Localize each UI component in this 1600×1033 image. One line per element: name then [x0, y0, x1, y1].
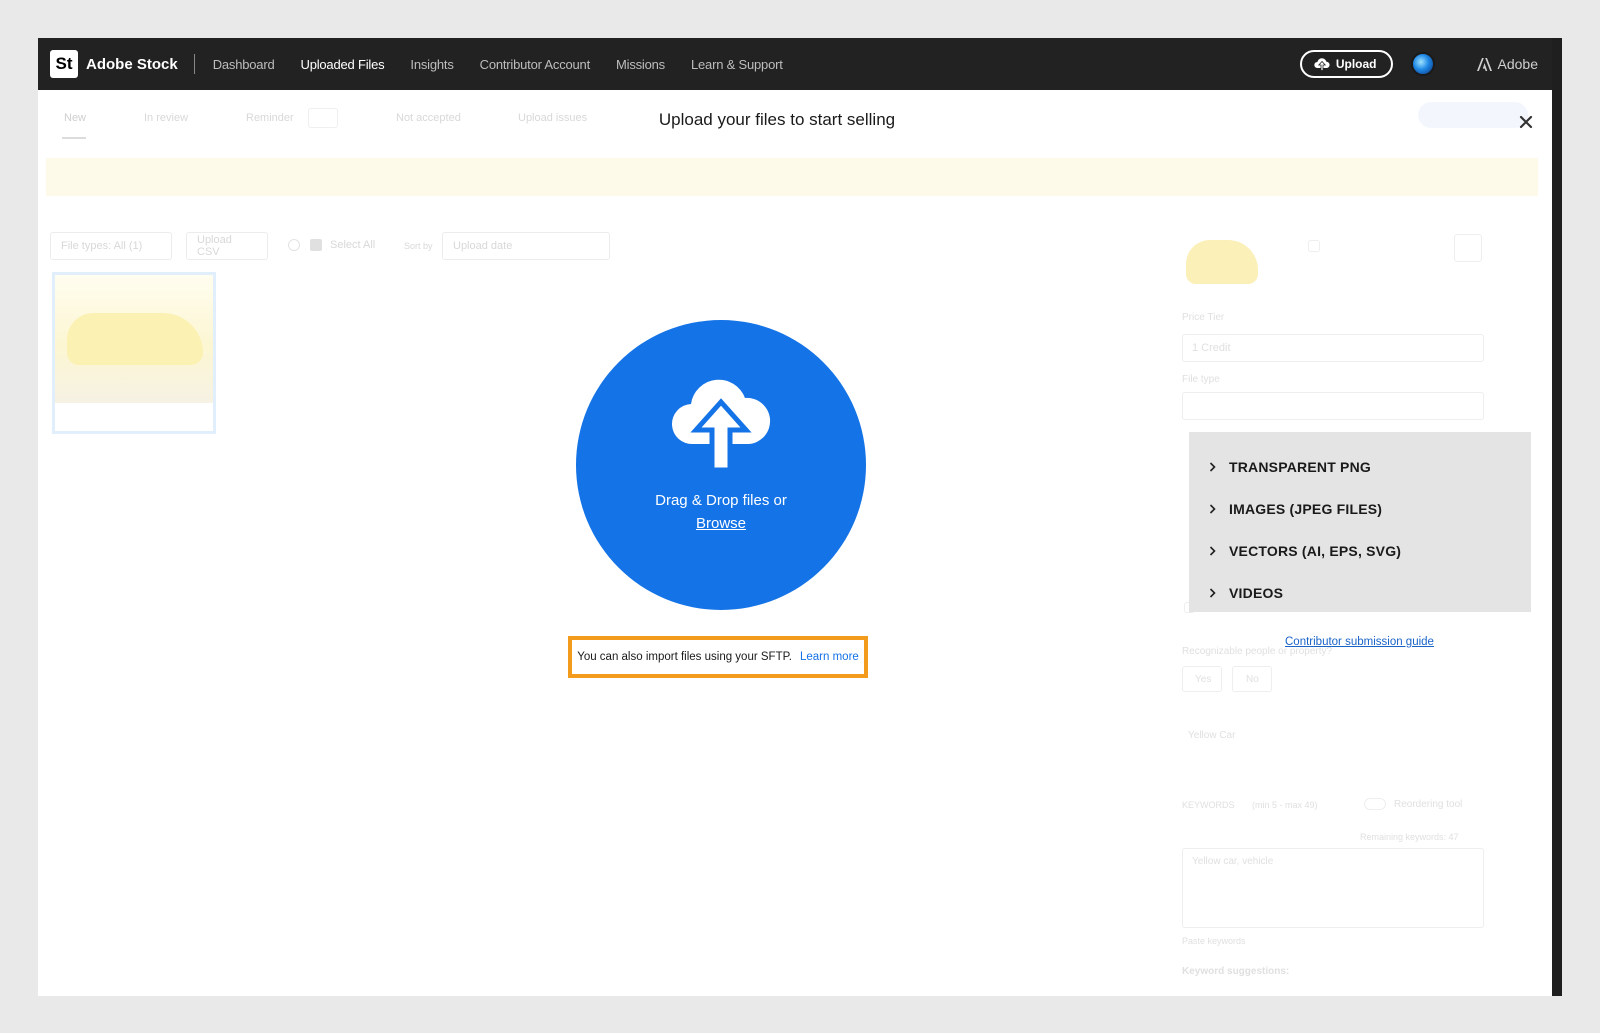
type-transparent-png[interactable]: TRANSPARENT PNG: [1189, 446, 1531, 488]
keywords-label: KEYWORDS: [1182, 800, 1235, 810]
app-window: St Adobe Stock Dashboard Uploaded Files …: [38, 38, 1552, 996]
chevron-right-icon: [1209, 546, 1221, 556]
paste-keywords-link[interactable]: Paste keywords: [1182, 936, 1246, 946]
nav-uploaded-files[interactable]: Uploaded Files: [301, 57, 385, 72]
nav-insights[interactable]: Insights: [410, 57, 453, 72]
file-types-panel: TRANSPARENT PNG IMAGES (JPEG FILES) VECT…: [1189, 432, 1531, 612]
file-thumbnail[interactable]: [52, 272, 216, 434]
car-image: [67, 313, 203, 365]
logo-text: St: [55, 54, 73, 73]
cloud-upload-icon: [671, 379, 771, 470]
file-type-select[interactable]: [1182, 392, 1484, 420]
type-videos[interactable]: VIDEOS: [1189, 572, 1531, 614]
adobe-stock-logo[interactable]: St: [50, 50, 78, 78]
select-all-checkbox[interactable]: [310, 239, 322, 251]
keywords-range: (min 5 - max 49): [1252, 800, 1318, 810]
upload-button[interactable]: Upload: [1299, 50, 1393, 78]
sftp-learn-more-link[interactable]: Learn more: [800, 651, 859, 663]
price-tier-label: Price Tier: [1182, 312, 1225, 323]
reordering-toggle[interactable]: [1364, 798, 1386, 810]
price-tier-value: 1 Credit: [1192, 342, 1231, 354]
close-button[interactable]: [1514, 110, 1538, 134]
adobe-brand[interactable]: Adobe: [1476, 56, 1538, 72]
keyword-suggestions-label: Keyword suggestions:: [1182, 966, 1290, 977]
type-label: TRANSPARENT PNG: [1229, 459, 1371, 475]
browse-link[interactable]: Browse: [696, 515, 746, 532]
sort-value: Upload date: [453, 240, 513, 252]
drop-zone[interactable]: Drag & Drop files or Browse: [576, 320, 866, 610]
file-types-filter[interactable]: File types: All (1): [50, 232, 172, 260]
nav-right: Upload Adobe: [1299, 50, 1552, 78]
upload-label: Upload: [1335, 57, 1377, 71]
contributor-guide-link[interactable]: Contributor submission guide: [1285, 636, 1434, 648]
drop-text: Drag & Drop files or: [655, 492, 787, 509]
type-label: IMAGES (JPEG FILES): [1229, 501, 1383, 517]
brand-name[interactable]: Adobe Stock: [86, 56, 178, 73]
selected-file-preview: [1186, 240, 1258, 284]
file-type-label: File type: [1182, 374, 1220, 385]
title-value[interactable]: Yellow Car: [1188, 730, 1235, 741]
chevron-right-icon: [1209, 462, 1221, 472]
keywords-value: Yellow car, vehicle: [1192, 856, 1274, 867]
upload-csv-button[interactable]: Upload CSV: [186, 232, 268, 260]
type-label: VECTORS (AI, EPS, SVG): [1229, 543, 1402, 559]
modal-title-text: Upload your files to start selling: [658, 110, 896, 129]
sftp-text: You can also import files using your SFT…: [577, 651, 792, 663]
nav-missions[interactable]: Missions: [616, 57, 665, 72]
select-all-label: Select All: [330, 239, 376, 251]
modal-title: Upload your files to start selling: [38, 110, 1552, 130]
warning-banner: [46, 158, 1538, 196]
type-label: VIDEOS: [1229, 585, 1284, 601]
reordering-label: Reordering tool: [1394, 799, 1463, 810]
banner-text: [74, 170, 77, 182]
yes-label: Yes: [1195, 674, 1212, 685]
no-label: No: [1246, 674, 1259, 685]
thumbnail-image: [55, 275, 213, 403]
delete-icon[interactable]: [1454, 234, 1482, 262]
chevron-right-icon: [1209, 504, 1221, 514]
window-scrollbar[interactable]: [1552, 38, 1562, 996]
nav-learn-support[interactable]: Learn & Support: [691, 57, 783, 72]
upload-csv-label: Upload CSV: [197, 234, 232, 258]
remaining-keywords: Remaining keywords: 47: [1360, 832, 1459, 842]
sort-select[interactable]: Upload date: [442, 232, 610, 260]
illustrative-checkbox[interactable]: [1308, 240, 1320, 252]
tab-underline: [62, 137, 86, 139]
type-vectors[interactable]: VECTORS (AI, EPS, SVG): [1189, 530, 1531, 572]
info-icon[interactable]: [288, 239, 300, 251]
type-images-jpeg[interactable]: IMAGES (JPEG FILES): [1189, 488, 1531, 530]
adobe-logo-icon: [1476, 57, 1492, 71]
sort-by-label: Sort by: [404, 241, 433, 251]
sftp-notice: You can also import files using your SFT…: [568, 636, 868, 678]
top-nav: St Adobe Stock Dashboard Uploaded Files …: [38, 38, 1552, 90]
nav-dashboard[interactable]: Dashboard: [213, 57, 275, 72]
adobe-label: Adobe: [1497, 56, 1538, 72]
cloud-upload-icon: [1314, 58, 1330, 71]
brand-divider: [193, 54, 195, 74]
close-icon: [1519, 115, 1533, 129]
chevron-right-icon: [1209, 588, 1221, 598]
nav-contributor-account[interactable]: Contributor Account: [480, 57, 591, 72]
avatar[interactable]: [1410, 52, 1435, 76]
file-types-label: File types: All (1): [61, 240, 143, 252]
